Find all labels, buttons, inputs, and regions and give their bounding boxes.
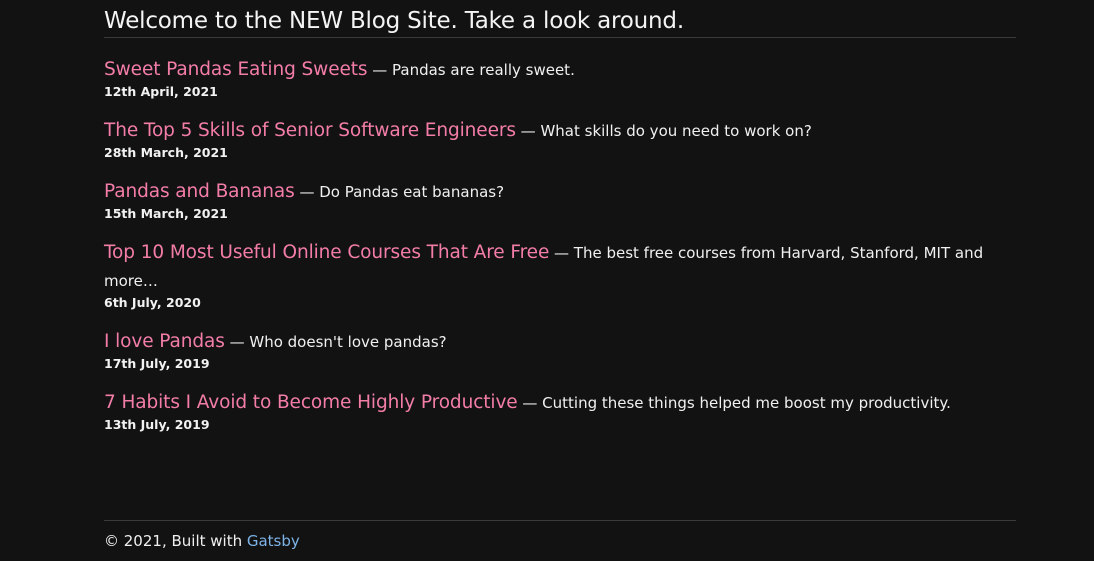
post-separator: — [367, 61, 393, 79]
post-date: 15th March, 2021 [104, 206, 228, 221]
post-separator: — [517, 394, 543, 412]
page-content: Welcome to the NEW Blog Site. Take a loo… [104, 0, 1016, 450]
post-title-link[interactable]: Pandas and Bananas [104, 181, 295, 202]
footer: © 2021, Built with Gatsby [104, 520, 1016, 551]
post-line: Top 10 Most Useful Online Courses That A… [104, 239, 1016, 295]
page-title: Welcome to the NEW Blog Site. Take a loo… [104, 0, 1016, 38]
post-description: Cutting these things helped me boost my … [542, 394, 951, 412]
post-line: Pandas and Bananas — Do Pandas eat banan… [104, 178, 1016, 206]
gatsby-link[interactable]: Gatsby [247, 532, 300, 550]
post-line: Sweet Pandas Eating Sweets — Pandas are … [104, 56, 1016, 84]
list-item: Pandas and Bananas — Do Pandas eat banan… [104, 178, 1016, 222]
post-title-link[interactable]: I love Pandas [104, 331, 225, 352]
post-separator: — [549, 244, 574, 262]
post-date: 6th July, 2020 [104, 295, 201, 310]
post-title-link[interactable]: The Top 5 Skills of Senior Software Engi… [104, 120, 516, 141]
post-title-link[interactable]: 7 Habits I Avoid to Become Highly Produc… [104, 392, 518, 413]
footer-text: © 2021, Built with [104, 532, 247, 550]
post-description: Do Pandas eat bananas? [319, 183, 505, 201]
list-item: Sweet Pandas Eating Sweets — Pandas are … [104, 56, 1016, 100]
post-title-link[interactable]: Sweet Pandas Eating Sweets [104, 59, 368, 80]
post-date: 13th July, 2019 [104, 417, 210, 432]
post-title-link[interactable]: Top 10 Most Useful Online Courses That A… [104, 242, 549, 263]
post-description: What skills do you need to work on? [540, 122, 812, 140]
post-date: 28th March, 2021 [104, 145, 228, 160]
post-description: Pandas are really sweet. [392, 61, 575, 79]
post-line: 7 Habits I Avoid to Become Highly Produc… [104, 389, 1016, 417]
list-item: I love Pandas — Who doesn't love pandas?… [104, 328, 1016, 372]
post-description: Who doesn't love pandas? [249, 333, 447, 351]
post-separator: — [515, 122, 541, 140]
list-item: The Top 5 Skills of Senior Software Engi… [104, 117, 1016, 161]
list-item: Top 10 Most Useful Online Courses That A… [104, 239, 1016, 311]
list-item: 7 Habits I Avoid to Become Highly Produc… [104, 389, 1016, 433]
post-line: The Top 5 Skills of Senior Software Engi… [104, 117, 1016, 145]
post-list: Sweet Pandas Eating Sweets — Pandas are … [104, 56, 1016, 433]
post-separator: — [294, 183, 320, 201]
post-date: 17th July, 2019 [104, 356, 210, 371]
post-date: 12th April, 2021 [104, 84, 218, 99]
post-line: I love Pandas — Who doesn't love pandas? [104, 328, 1016, 356]
post-separator: — [224, 333, 250, 351]
